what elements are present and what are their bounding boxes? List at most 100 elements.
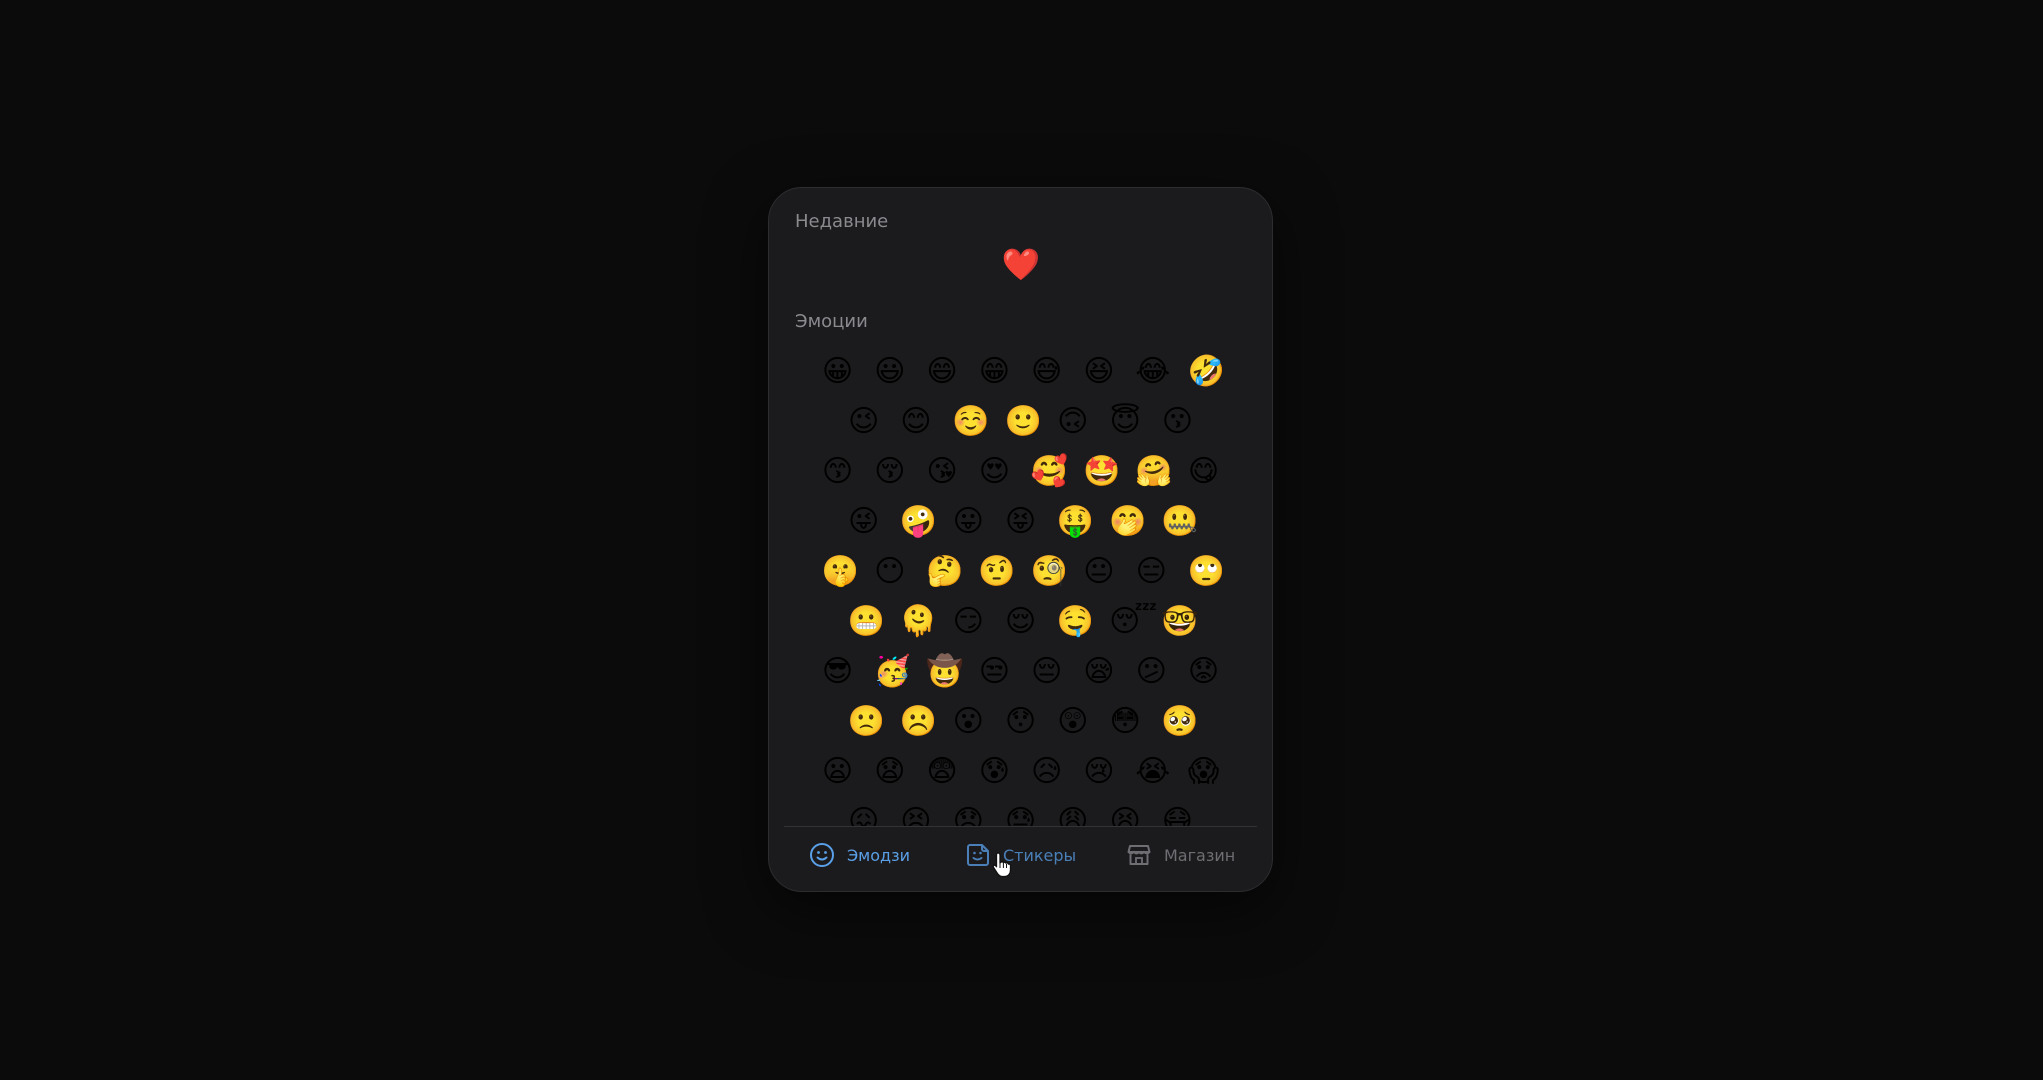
emoji-item[interactable]: 😊 <box>900 402 932 442</box>
emoji-item[interactable]: 😩 <box>1057 802 1089 826</box>
emoji-row: 😜 🤪 😛 😝 🤑 🤭 🤐 <box>769 502 1272 542</box>
recent-section-title: Недавние <box>795 211 889 232</box>
emoji-item[interactable]: 😬 <box>848 602 885 642</box>
picker-tabbar: Эмодзи Стикеры Магазин <box>769 828 1272 891</box>
emoji-row: 😬 🫠 😏 😌 🤤 😴 🤓 <box>769 602 1272 642</box>
emoji-item[interactable]: 😙 <box>821 452 853 492</box>
emoji-item[interactable]: 🥰 <box>1031 452 1068 492</box>
emoji-item[interactable]: 🤐 <box>1161 502 1198 542</box>
emoji-item[interactable]: 😭 <box>1135 752 1170 792</box>
emoji-item[interactable]: 🙁 <box>848 702 885 742</box>
emoji-row: 😖 😣 😞 😓 😩 😫 😷 <box>769 802 1272 826</box>
tab-store[interactable]: Магазин <box>1126 828 1235 882</box>
emoji-item[interactable]: 😍 <box>978 452 1010 492</box>
emoji-item[interactable]: 😏 <box>952 602 984 642</box>
emoji-item[interactable]: 😴 <box>1109 602 1157 642</box>
emoji-item[interactable]: 🥳 <box>874 652 911 692</box>
emoji-item[interactable]: 🤗 <box>1135 452 1172 492</box>
emoji-item[interactable]: 😄 <box>926 352 958 392</box>
emoji-item[interactable]: 😃 <box>874 352 906 392</box>
emoji-item[interactable]: 😅 <box>1031 352 1063 392</box>
emoji-item[interactable]: 😮 <box>952 702 984 742</box>
emoji-item[interactable]: 😌 <box>1005 602 1037 642</box>
emoji-row: 🤫 😶 🤔 🤨 🧐 😐 😑 🙄 <box>769 552 1272 592</box>
emoji-item[interactable]: 🤭 <box>1109 502 1146 542</box>
emoji-item[interactable]: 😥 <box>1031 752 1063 792</box>
emoji-item[interactable]: 😰 <box>978 752 1010 792</box>
emoji-item[interactable]: 🙃 <box>1057 402 1089 442</box>
emoji-item[interactable]: 😗 <box>1161 402 1193 442</box>
emoji-item[interactable]: 😆 <box>1083 352 1115 392</box>
emoji-item[interactable]: 😜 <box>848 502 880 542</box>
emoji-item[interactable]: 😱 <box>1188 752 1220 792</box>
tab-emoji-label: Эмодзи <box>847 845 910 865</box>
recent-emoji-heart[interactable]: ❤️ <box>1001 245 1041 285</box>
emoji-item[interactable]: 😑 <box>1135 552 1167 592</box>
emoji-item[interactable]: 😯 <box>1005 702 1037 742</box>
emoji-item[interactable]: 🤔 <box>926 552 963 592</box>
emoji-item[interactable]: 😷 <box>1161 802 1193 826</box>
emoji-row: 😉 😊 ☺️ 🙂 🙃 😇 😗 <box>769 402 1272 442</box>
emoji-item[interactable]: 😛 <box>952 502 984 542</box>
sticker-icon <box>965 842 991 868</box>
tab-store-label: Магазин <box>1164 845 1236 865</box>
emoji-item[interactable]: 🤫 <box>821 552 858 592</box>
emoji-item[interactable]: 🙂 <box>1005 402 1042 442</box>
emoji-item[interactable]: 😐 <box>1083 552 1115 592</box>
emoji-item[interactable]: ☹️ <box>900 702 937 742</box>
emoji-item[interactable]: 😎 <box>821 652 853 692</box>
emoji-item[interactable]: 🤪 <box>900 502 937 542</box>
tab-stickers[interactable]: Стикеры <box>965 828 1076 882</box>
emoji-item[interactable]: 😢 <box>1083 752 1115 792</box>
emoji-item[interactable]: 😶 <box>874 552 906 592</box>
emoji-item[interactable]: 😀 <box>821 352 853 392</box>
emoji-item[interactable]: 🥺 <box>1161 702 1198 742</box>
app-stage: Недавние ❤️ Эмоции 😀 😃 😄 😁 😅 😆 😂 🤣 😉 😊 ☺️ 🙂 🙃 😇 😗 😙 😚 😘 😍 🥰… <box>0 0 2043 1080</box>
emoji-item[interactable]: 😉 <box>848 402 880 442</box>
emoji-item[interactable]: 😝 <box>1005 502 1037 542</box>
tab-emoji[interactable]: Эмодзи <box>809 828 910 882</box>
emoji-scroll-area[interactable]: Недавние ❤️ Эмоции 😀 😃 😄 😁 😅 😆 😂 🤣 😉 😊 ☺️ 🙂 🙃 😇 😗 😙 😚 😘 😍 🥰… <box>769 188 1272 826</box>
emoji-item[interactable]: 😓 <box>1005 802 1037 826</box>
emoji-item[interactable]: 🤤 <box>1057 602 1094 642</box>
emoji-item[interactable]: 😔 <box>1031 652 1063 692</box>
emoji-row: 😎 🥳 🤠 😒 😔 😪 😕 😟 <box>769 652 1272 692</box>
emoji-row: 😀 😃 😄 😁 😅 😆 😂 🤣 <box>769 352 1272 392</box>
emoji-item[interactable]: 😖 <box>848 802 880 826</box>
emoji-item[interactable]: 😚 <box>874 452 906 492</box>
emoji-item[interactable]: 😳 <box>1109 702 1141 742</box>
emoji-row: 😙 😚 😘 😍 🥰 🤩 🤗 😋 <box>769 452 1272 492</box>
emoji-item[interactable]: 😁 <box>978 352 1010 392</box>
emoji-item[interactable]: 🤣 <box>1188 352 1225 392</box>
emoji-item[interactable]: 😋 <box>1188 452 1220 492</box>
tab-stickers-label: Стикеры <box>1003 845 1077 865</box>
emoji-item[interactable]: 🤠 <box>926 652 963 692</box>
emoji-item[interactable]: 😒 <box>978 652 1010 692</box>
emoji-item[interactable]: 😘 <box>926 452 958 492</box>
emoji-row: 😦 😧 😨 😰 😥 😢 😭 😱 <box>769 752 1272 792</box>
emoji-item[interactable]: 😨 <box>926 752 958 792</box>
emoji-item[interactable]: 😣 <box>900 802 932 826</box>
emoji-item[interactable]: 🤑 <box>1057 502 1094 542</box>
emotions-section-title: Эмоции <box>795 311 868 332</box>
emoji-item[interactable]: 😧 <box>874 752 906 792</box>
emoji-item[interactable]: 😞 <box>952 802 984 826</box>
emoji-item[interactable]: 😇 <box>1109 402 1141 442</box>
emoji-item[interactable]: 😦 <box>821 752 853 792</box>
emoji-item[interactable]: 🤨 <box>978 552 1015 592</box>
emoji-item[interactable]: 🤓 <box>1161 602 1198 642</box>
emoji-item[interactable]: 🤩 <box>1083 452 1120 492</box>
emoji-item[interactable]: 🙄 <box>1188 552 1225 592</box>
emoji-item[interactable]: 😂 <box>1135 352 1170 392</box>
emoji-item[interactable]: 🧐 <box>1031 552 1068 592</box>
emoji-item[interactable]: ☺️ <box>952 402 989 442</box>
emoji-row: 🙁 ☹️ 😮 😯 😲 😳 🥺 <box>769 702 1272 742</box>
emoji-item[interactable]: 😟 <box>1188 652 1220 692</box>
emoji-item[interactable]: 😲 <box>1057 702 1089 742</box>
tabbar-divider <box>784 826 1257 827</box>
emoji-item[interactable]: 😫 <box>1109 802 1141 826</box>
smiley-icon <box>809 842 835 868</box>
emoji-item[interactable]: 🫠 <box>900 602 937 642</box>
emoji-item[interactable]: 😕 <box>1135 652 1167 692</box>
emoji-item[interactable]: 😪 <box>1083 652 1115 692</box>
